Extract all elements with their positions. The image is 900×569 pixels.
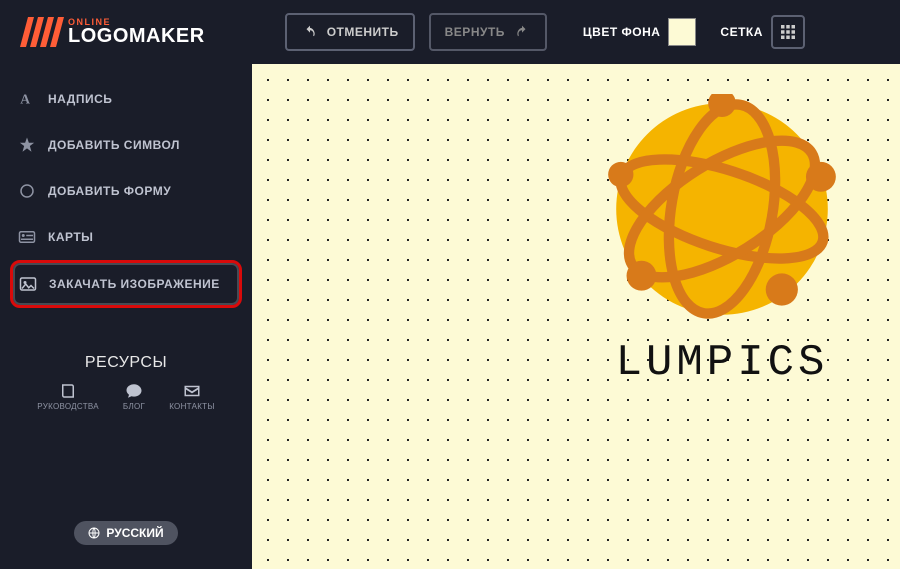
grid-icon (781, 25, 795, 39)
bg-color-swatch[interactable] (668, 18, 696, 46)
resource-contacts[interactable]: КОНТАКТЫ (169, 382, 215, 411)
sidebar-item-label: ЗАКАЧАТЬ ИЗОБРАЖЕНИЕ (49, 277, 220, 291)
language-selector[interactable]: РУССКИЙ (74, 521, 177, 545)
resource-label: КОНТАКТЫ (169, 402, 215, 411)
sidebar: A НАДПИСЬ ДОБАВИТЬ СИМВОЛ ДОБАВИТЬ ФОРМУ (0, 64, 252, 569)
mail-icon (183, 382, 201, 400)
sidebar-item-shape[interactable]: ДОБАВИТЬ ФОРМУ (10, 168, 242, 214)
redo-icon (513, 23, 531, 41)
sidebar-item-text[interactable]: A НАДПИСЬ (10, 76, 242, 122)
sidebar-item-upload-image[interactable]: ЗАКАЧАТЬ ИЗОБРАЖЕНИЕ (10, 260, 242, 308)
grid-label: СЕТКА (720, 25, 763, 39)
star-icon (18, 136, 36, 154)
language-label: РУССКИЙ (106, 526, 163, 540)
undo-icon (301, 23, 319, 41)
book-icon (59, 382, 77, 400)
resource-label: БЛОГ (123, 402, 145, 411)
canvas[interactable]: LUMPICS (252, 64, 900, 569)
redo-label: ВЕРНУТЬ (445, 25, 505, 39)
resource-blog[interactable]: БЛОГ (123, 382, 145, 411)
sidebar-item-symbol[interactable]: ДОБАВИТЬ СИМВОЛ (10, 122, 242, 168)
canvas-artwork[interactable]: LUMPICS (582, 94, 862, 388)
sidebar-item-cards[interactable]: КАРТЫ (10, 214, 242, 260)
text-icon: A (18, 90, 36, 108)
logo-text: ONLINE LOGOMAKER (68, 18, 205, 46)
app-logo: ONLINE LOGOMAKER (20, 17, 205, 47)
redo-button[interactable]: ВЕРНУТЬ (429, 13, 547, 51)
resources-title: РЕСУРСЫ (10, 354, 242, 372)
sidebar-item-label: НАДПИСЬ (48, 92, 112, 106)
globe-icon (88, 527, 100, 539)
topbar: ONLINE LOGOMAKER ОТМЕНИТЬ ВЕРНУТЬ ЦВЕТ Ф… (0, 0, 900, 64)
globe-logo-icon[interactable] (607, 94, 837, 324)
resources-row: РУКОВОДСТВА БЛОГ КОНТАКТЫ (10, 382, 242, 411)
grid-toggle-button[interactable] (771, 15, 805, 49)
card-icon (18, 228, 36, 246)
comment-icon (125, 382, 143, 400)
logo-mark-icon (20, 17, 64, 47)
sidebar-item-label: КАРТЫ (48, 230, 93, 244)
svg-text:A: A (20, 92, 30, 107)
bg-color-label: ЦВЕТ ФОНА (583, 25, 661, 39)
undo-label: ОТМЕНИТЬ (327, 25, 399, 39)
sidebar-item-label: ДОБАВИТЬ СИМВОЛ (48, 138, 180, 152)
image-icon (19, 275, 37, 293)
undo-button[interactable]: ОТМЕНИТЬ (285, 13, 415, 51)
logo-big: LOGOMAKER (68, 27, 205, 46)
resource-guides[interactable]: РУКОВОДСТВА (37, 382, 99, 411)
canvas-logo-text[interactable]: LUMPICS (616, 338, 829, 388)
resource-label: РУКОВОДСТВА (37, 402, 99, 411)
circle-icon (18, 182, 36, 200)
sidebar-item-label: ДОБАВИТЬ ФОРМУ (48, 184, 171, 198)
